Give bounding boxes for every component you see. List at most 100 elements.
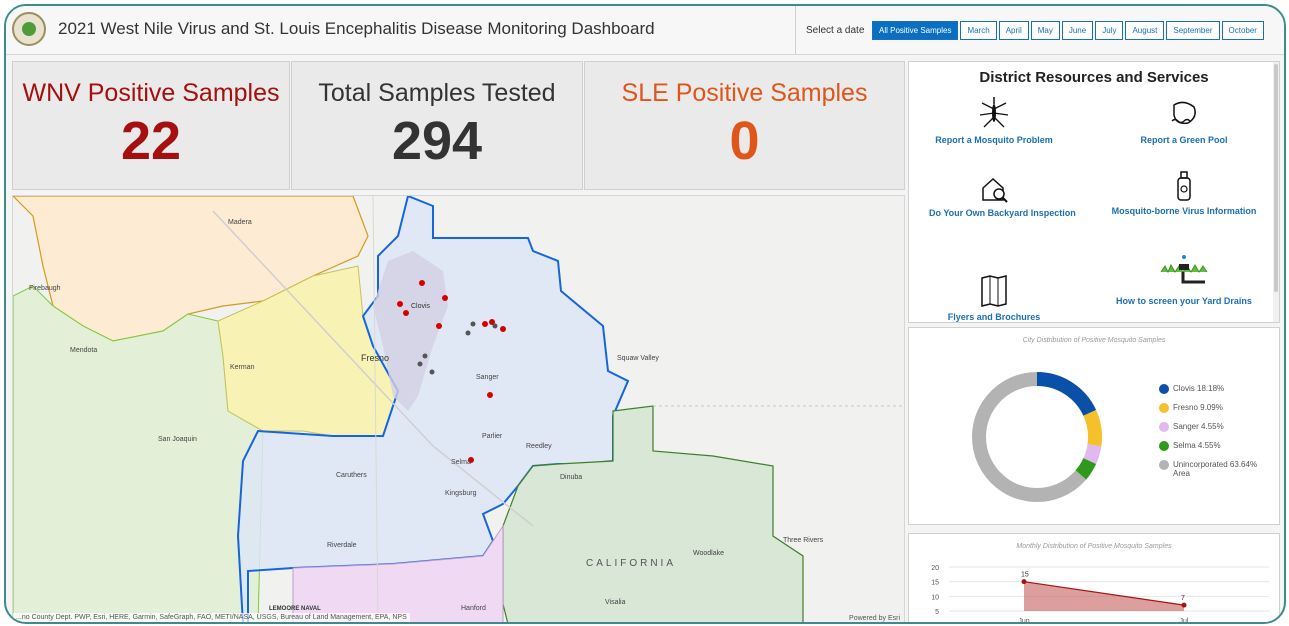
place-label: Visalia [605,599,626,606]
place-label: Reedley [526,443,552,450]
tab-august[interactable]: August [1125,21,1165,40]
y-tick-label: 20 [931,565,939,572]
map-canvas [13,196,904,622]
report-green-pool-link[interactable]: Report a Green Pool [1119,95,1249,145]
page-title: 2021 West Nile Virus and St. Louis Encep… [58,19,655,38]
legend-swatch [1159,460,1169,470]
tab-april[interactable]: April [998,21,1029,40]
place-label: San Joaquin [158,436,197,443]
tab-july[interactable]: July [1095,21,1124,40]
legend-item[interactable]: Clovis 18.18% [1159,384,1263,394]
donut-slice-sanger[interactable] [1083,444,1102,464]
place-label: Parlier [482,433,503,440]
place-label: Madera [228,219,252,226]
brochure-icon [981,275,1007,307]
monthly-area-chart[interactable]: 5 10 15 20 15 Jun 7 Jul [909,534,1279,624]
place-label: Riverdale [327,542,357,549]
x-tick-label: Jul [1180,618,1189,624]
report-mosquito-link[interactable]: Report a Mosquito Problem [929,95,1059,145]
tab-october[interactable]: October [1221,21,1264,40]
place-label: Fresno [361,353,390,363]
tab-march[interactable]: March [960,21,997,40]
place-label: LEMOORE NAVAL [269,606,321,612]
donut-slice-clovis[interactable] [1036,372,1097,417]
resources-title: District Resources and Services [979,69,1209,86]
tab-all-positive-samples[interactable]: All Positive Samples [872,21,959,40]
header-divider [795,6,796,54]
legend-label: Selma 4.55% [1173,441,1221,450]
flyers-brochures-label: Flyers and Brochures [947,312,1041,322]
place-label: Sanger [476,374,499,381]
legend-label: Clovis 18.18% [1173,384,1225,393]
city-donut-chart[interactable] [909,328,1149,526]
total-value: 294 [391,111,483,171]
y-tick-label: 10 [931,594,939,601]
place-label: Selma [451,459,471,466]
place-label: Three Rivers [783,537,824,544]
pool-icon [1171,101,1196,125]
city-chart-legend: Clovis 18.18% Fresno 9.09% Sanger 4.55% … [1159,384,1263,487]
tab-may[interactable]: May [1030,21,1060,40]
legend-label: Fresno 9.09% [1173,403,1223,412]
legend-item[interactable]: Sanger 4.55% [1159,422,1263,432]
sle-label: SLE Positive Samples [621,79,868,107]
total-label: Total Samples Tested [318,79,556,107]
powered-by-esri[interactable]: Powered by Esri [849,615,900,622]
place-label: Firebaugh [29,285,61,292]
wnv-stat-card: WNV Positive Samples 22 [12,61,290,190]
total-stat-card: Total Samples Tested 294 [291,61,583,190]
backyard-inspection-link[interactable]: Do Your Own Backyard Inspection [929,174,1076,218]
virus-information-link[interactable]: Mosquito-borne Virus Information [1109,170,1259,216]
place-label: Dinuba [560,474,583,481]
yard-drains-label: How to screen your Yard Drains [1116,296,1252,306]
x-tick-label: Jun [1018,618,1029,624]
virus-information-label: Mosquito-borne Virus Information [1111,206,1257,216]
legend-item[interactable]: Fresno 9.09% [1159,403,1263,413]
dashboard-frame: 2021 West Nile Virus and St. Louis Encep… [4,4,1286,624]
monthly-distribution-panel: Monthly Distribution of Positive Mosquit… [908,533,1280,624]
legend-item[interactable]: Selma 4.55% [1159,441,1263,451]
donut-slice-fresno[interactable] [1083,409,1102,447]
data-label: 15 [1021,572,1029,579]
sle-value: 0 [729,111,760,171]
backyard-inspection-label: Do Your Own Backyard Inspection [929,208,1076,218]
report-mosquito-label: Report a Mosquito Problem [935,135,1053,145]
legend-swatch [1159,422,1169,432]
map-attribution[interactable]: ...no County Dept. PWP, Esri, HERE, Garm… [13,613,410,622]
header-bar: 2021 West Nile Virus and St. Louis Encep… [6,6,1284,55]
tab-september[interactable]: September [1166,21,1220,40]
donut-slice-selma[interactable] [1075,457,1097,480]
report-green-pool-label: Report a Green Pool [1140,135,1228,145]
place-label: Kerman [230,364,255,371]
place-label: Caruthers [336,472,367,479]
resources-scrollbar[interactable] [1273,62,1279,322]
spray-bottle-icon [1177,171,1191,201]
data-point[interactable] [1021,579,1027,585]
place-label: CALIFORNIA [586,558,677,569]
place-label: Woodlake [693,550,725,557]
yard-drains-link[interactable]: How to screen your Yard Drains [1109,252,1259,306]
place-label: Squaw Valley [617,355,659,362]
legend-item[interactable]: Unincorporated 63.64% Area [1159,460,1263,478]
data-label: 7 [1181,595,1185,602]
date-tabs: All Positive Samples March April May Jun… [872,21,1266,40]
tab-june[interactable]: June [1061,21,1094,40]
wnv-value: 22 [120,111,182,171]
legend-label: Sanger 4.55% [1173,422,1224,431]
resources-panel: District Resources and Services Report a… [908,61,1280,323]
district-map[interactable]: Madera Firebaugh Clovis Fresno Mendota K… [12,195,905,622]
legend-label: Unincorporated 63.64% Area [1173,460,1258,478]
district-logo-icon [12,12,46,46]
mosquito-icon [979,97,1009,128]
donut-slice-unincorporated-area[interactable] [972,372,1087,502]
data-point[interactable] [1181,602,1187,608]
yard-drain-icon [1160,255,1208,284]
legend-swatch [1159,384,1169,394]
legend-swatch [1159,441,1169,451]
place-label: Clovis [411,303,431,310]
city-distribution-panel: City Distribution of Positive Mosquito S… [908,327,1280,525]
wnv-label: WNV Positive Samples [22,79,280,107]
date-select-label: Select a date [806,25,865,36]
flyers-brochures-link[interactable]: Flyers and Brochures [929,274,1059,322]
legend-swatch [1159,403,1169,413]
